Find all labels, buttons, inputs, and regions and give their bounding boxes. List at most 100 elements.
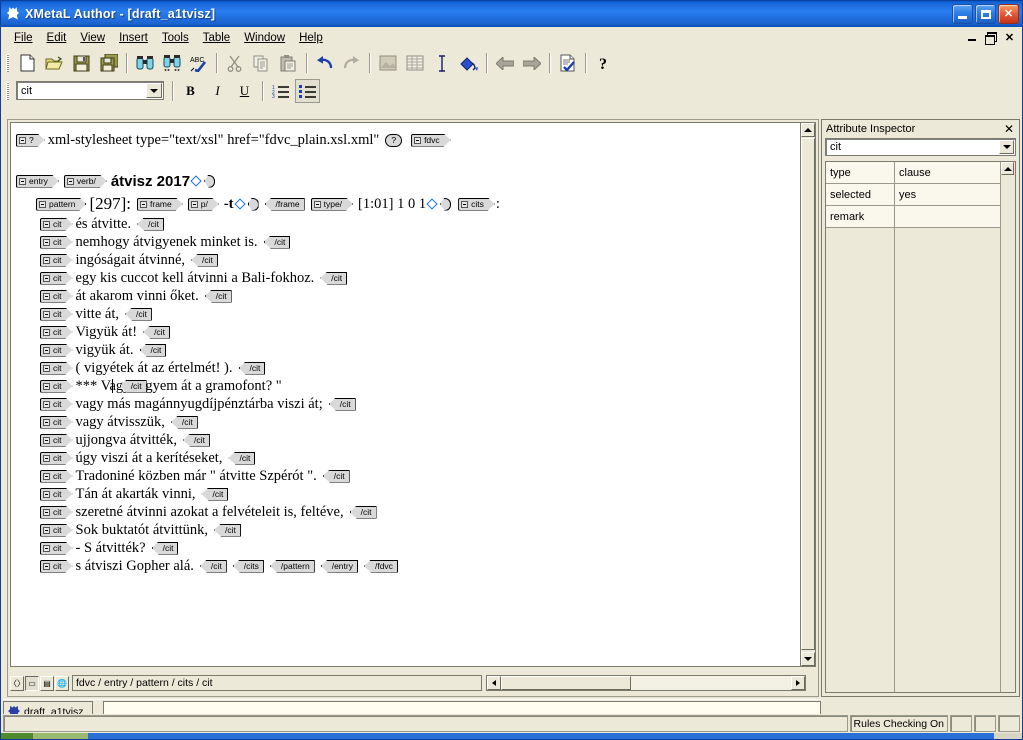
- minimize-button[interactable]: [952, 4, 973, 24]
- italic-button[interactable]: I: [205, 79, 230, 103]
- cit-start-tag[interactable]: cit: [40, 290, 73, 303]
- menu-file[interactable]: File: [7, 30, 40, 46]
- menu-insert[interactable]: Insert: [112, 30, 155, 46]
- attribute-value-cell[interactable]: clause: [895, 162, 1000, 184]
- citation-line[interactable]: cit Tradoniné közben már " átvitte Szpéró…: [15, 467, 801, 485]
- cit-end-tag[interactable]: /cit: [199, 559, 227, 573]
- menu-help[interactable]: Help: [292, 30, 330, 46]
- cut-button[interactable]: [222, 51, 247, 75]
- scroll-right-button[interactable]: [791, 676, 805, 690]
- cit-start-tag[interactable]: cit: [40, 362, 73, 375]
- menu-edit[interactable]: Edit: [40, 30, 74, 46]
- citation-line[interactable]: cit ingóságait átvinné, /cit: [15, 251, 801, 269]
- citation-line[interactable]: cit - S átvitték? /cit: [15, 539, 801, 557]
- frame-end-tag[interactable]: /frame: [264, 197, 305, 211]
- undo-button[interactable]: [312, 51, 337, 75]
- collapse-icon[interactable]: [314, 201, 321, 208]
- document-editor[interactable]: ? xml-stylesheet type="text/xsl" href="f…: [10, 122, 802, 667]
- cit-start-tag[interactable]: cit: [40, 452, 73, 465]
- collapse-icon[interactable]: [43, 239, 50, 246]
- close-button[interactable]: ✕: [998, 4, 1019, 24]
- save-document-button[interactable]: [69, 51, 94, 75]
- scroll-up-button[interactable]: [801, 123, 815, 137]
- processing-instruction-start-tag[interactable]: ?: [16, 134, 45, 147]
- mdi-close-button[interactable]: ✕: [1001, 29, 1018, 45]
- citation-line[interactable]: cit ujjongva átvitték, /cit: [15, 431, 801, 449]
- verb-empty-tag[interactable]: verb/: [64, 175, 107, 188]
- new-document-button[interactable]: [15, 51, 40, 75]
- citation-line[interactable]: cit vitte át, /cit: [15, 305, 801, 323]
- fdvc-start-tag[interactable]: fdvc: [411, 134, 451, 147]
- cit-start-tag[interactable]: cit: [40, 416, 73, 429]
- pattern-line[interactable]: pattern [297]: frame p/ -t /frame type/: [15, 193, 801, 215]
- copy-button[interactable]: [249, 51, 274, 75]
- collapse-icon[interactable]: [43, 563, 50, 570]
- citation-line[interactable]: cit Sok buktatót átvittünk, /cit: [15, 521, 801, 539]
- insert-text-ibeam-button[interactable]: [429, 51, 454, 75]
- cit-end-tag[interactable]: /cit: [125, 307, 152, 321]
- cit-start-tag[interactable]: cit: [40, 398, 73, 411]
- cit-start-tag[interactable]: cit: [40, 542, 73, 555]
- type-empty-tag[interactable]: type/: [311, 198, 353, 211]
- hscroll-thumb[interactable]: [501, 676, 631, 690]
- style-selector[interactable]: cit: [16, 81, 164, 100]
- cit-start-tag[interactable]: cit: [40, 380, 73, 393]
- cit-start-tag[interactable]: cit: [40, 308, 73, 321]
- attribute-name-cell[interactable]: remark: [826, 206, 894, 228]
- closing-tag[interactable]: /fdvc: [363, 559, 398, 573]
- cit-end-tag[interactable]: /cit: [191, 253, 218, 267]
- cit-start-tag[interactable]: cit: [40, 524, 73, 537]
- validate-document-button[interactable]: [555, 51, 580, 75]
- find-binoculars-button[interactable]: [132, 51, 157, 75]
- frame-start-tag[interactable]: frame: [137, 198, 183, 211]
- numbered-list-icon[interactable]: 123: [268, 79, 293, 103]
- collapse-icon[interactable]: [43, 455, 50, 462]
- spell-check-button[interactable]: ABC: [186, 51, 211, 75]
- citation-line[interactable]: cit Vigyük át! /cit: [15, 323, 801, 341]
- p-empty-tag[interactable]: p/: [188, 198, 219, 211]
- collapse-icon[interactable]: [19, 137, 26, 144]
- menu-view[interactable]: View: [73, 30, 112, 46]
- document-horizontal-scrollbar[interactable]: [486, 675, 806, 691]
- scroll-up-button[interactable]: [1001, 162, 1014, 175]
- cit-end-tag[interactable]: /cit: [263, 235, 291, 249]
- closing-tag[interactable]: /pattern: [269, 559, 315, 573]
- collapse-icon[interactable]: [43, 365, 50, 372]
- attribute-value-cell[interactable]: yes: [895, 184, 1000, 206]
- collapse-icon[interactable]: [43, 329, 50, 336]
- hscroll-track[interactable]: [501, 676, 791, 690]
- close-icon[interactable]: ✕: [1002, 123, 1016, 135]
- browser-view-icon[interactable]: 🌐: [55, 675, 69, 691]
- citation-line[interactable]: cit Tán át akarták vinni, /cit: [15, 485, 801, 503]
- citation-line[interactable]: cit s átviszi Gopher alá. /cit/cits/patter…: [15, 557, 801, 575]
- citation-line[interactable]: cit vagy átvisszük, /cit: [15, 413, 801, 431]
- scroll-thumb[interactable]: [801, 138, 815, 650]
- mdi-minimize-button[interactable]: [963, 29, 980, 45]
- collapse-icon[interactable]: [43, 437, 50, 444]
- attribute-inspector-element-selector[interactable]: cit: [825, 138, 1016, 156]
- document-vertical-scrollbar[interactable]: [800, 122, 816, 667]
- citation-line[interactable]: cit vagy más magánnyugdíjpénztárba viszi …: [15, 395, 801, 413]
- collapse-icon[interactable]: [43, 275, 50, 282]
- cit-start-tag[interactable]: cit: [40, 254, 73, 267]
- citation-line[interactable]: cit vigyük át. /cit: [15, 341, 801, 359]
- attribute-name-cell[interactable]: selected: [826, 184, 894, 206]
- paint-bucket-button[interactable]: [456, 51, 481, 75]
- citation-line[interactable]: cit szeretné átvinni azokat a felvételeit…: [15, 503, 801, 521]
- cit-start-tag[interactable]: cit: [40, 560, 73, 573]
- cit-end-tag[interactable]: /cit: [137, 217, 164, 231]
- back-button[interactable]: [492, 51, 517, 75]
- menu-tools[interactable]: Tools: [155, 30, 196, 46]
- underline-button[interactable]: U: [232, 79, 257, 103]
- cit-end-tag[interactable]: /cit: [322, 469, 350, 483]
- collapse-icon[interactable]: [43, 311, 50, 318]
- cit-end-tag[interactable]: /cit: [151, 541, 179, 555]
- insert-table-button[interactable]: [402, 51, 427, 75]
- menu-table[interactable]: Table: [196, 30, 238, 46]
- cit-start-tag[interactable]: cit: [40, 344, 73, 357]
- document-content[interactable]: ? xml-stylesheet type="text/xsl" href="f…: [11, 123, 801, 575]
- xml-stylesheet-line[interactable]: ? xml-stylesheet type="text/xsl" href="f…: [15, 129, 801, 151]
- cit-start-tag[interactable]: cit: [40, 236, 73, 249]
- collapse-icon[interactable]: [43, 419, 50, 426]
- insert-image-button[interactable]: [375, 51, 400, 75]
